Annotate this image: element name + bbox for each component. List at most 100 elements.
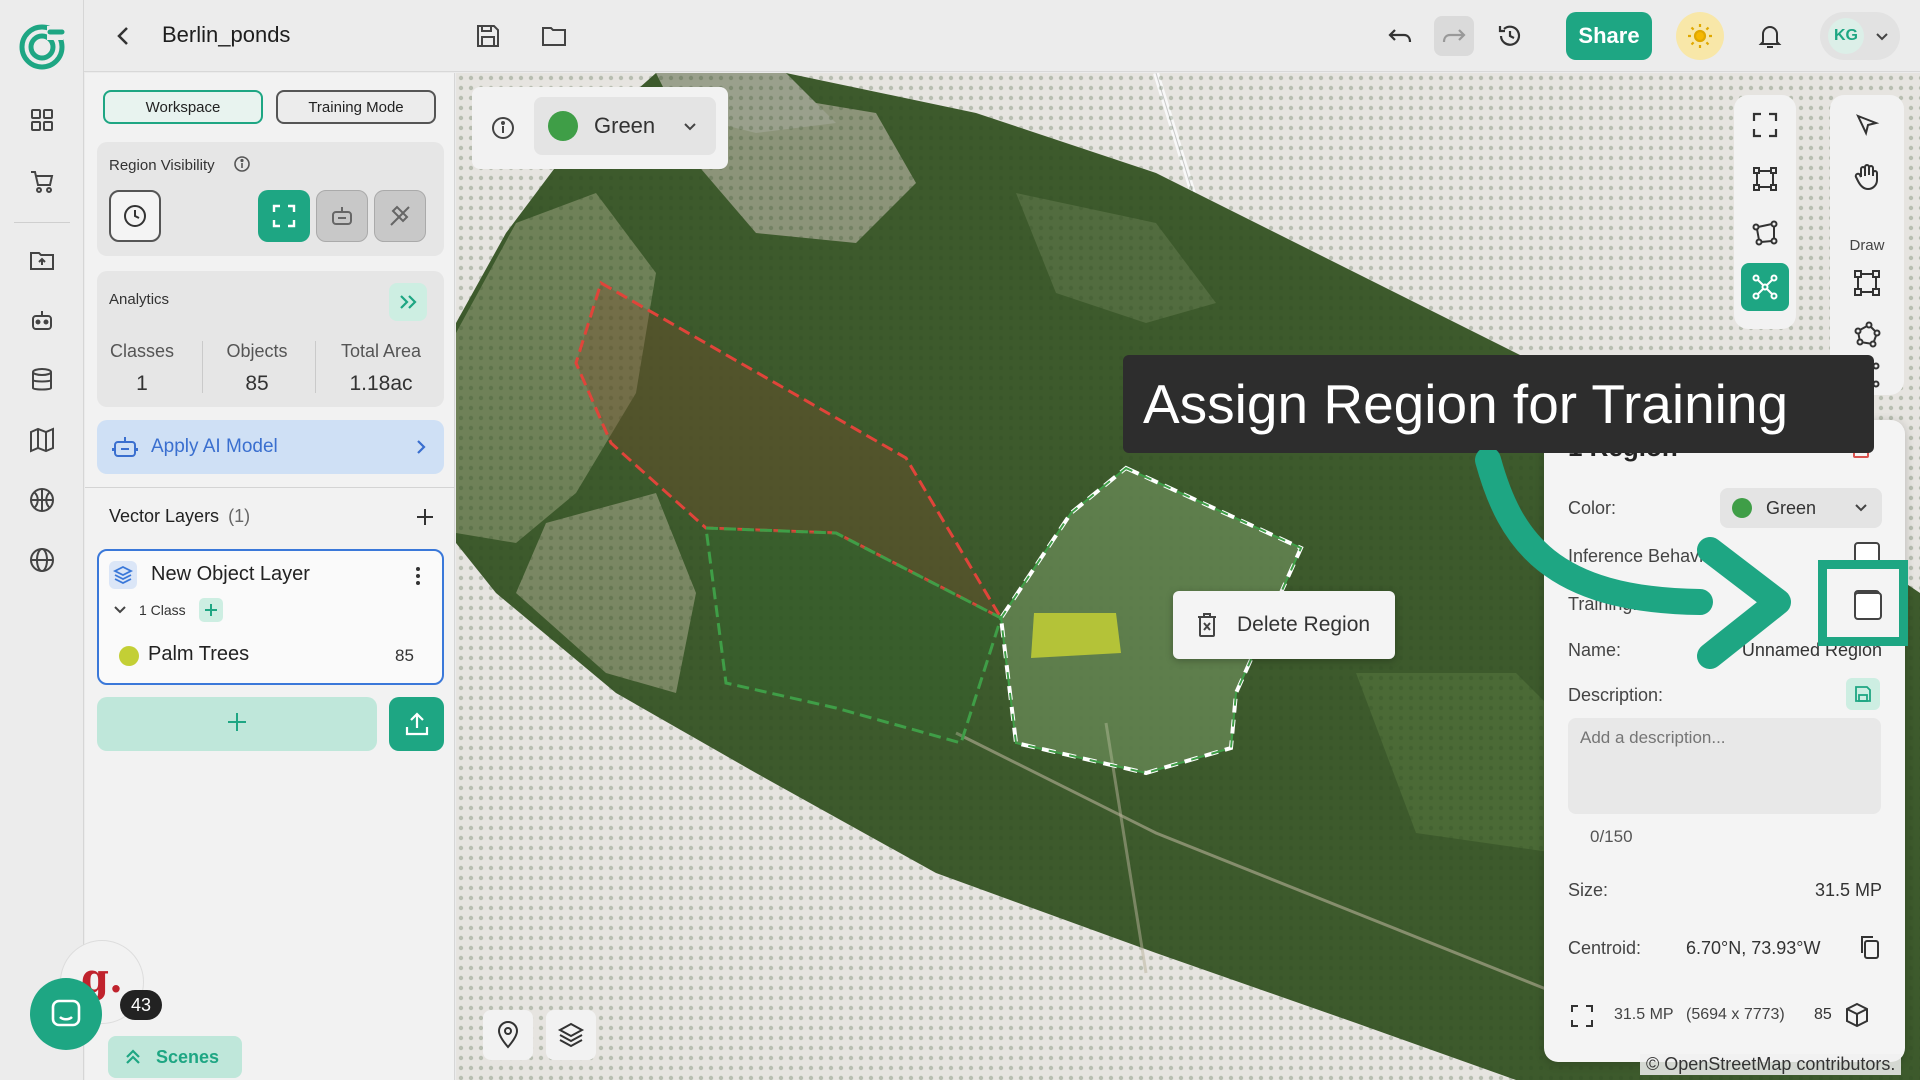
object-layer-card[interactable]: New Object Layer 1 Class Palm Trees 85 (97, 549, 444, 685)
description-input[interactable] (1568, 718, 1881, 814)
analytics-title: Analytics (109, 291, 170, 308)
layers-icon (109, 561, 137, 589)
fullscreen-icon[interactable] (1741, 101, 1789, 149)
size-label: Size: (1568, 880, 1609, 900)
total-area-stat: Total Area 1.18ac (325, 341, 437, 396)
size-value: 31.5 MP (1814, 880, 1882, 900)
user-menu[interactable]: KG (1820, 12, 1900, 60)
globe-icon[interactable] (24, 542, 60, 578)
add-vector-layer-button[interactable] (411, 503, 439, 531)
draw-rectangle-icon[interactable] (1843, 259, 1891, 307)
classes-value: 1 (136, 372, 148, 395)
app-logo-icon[interactable] (17, 22, 67, 72)
classes-stat: Classes 1 (107, 341, 177, 396)
hand-pan-icon[interactable] (1843, 153, 1891, 201)
more-vertical-icon[interactable] (415, 565, 421, 587)
class-count-label: 1 Class (139, 602, 186, 618)
save-icon[interactable] (468, 16, 508, 56)
robot-icon (112, 437, 138, 457)
draw-tools: Draw (1830, 95, 1904, 395)
chevron-down-icon[interactable] (113, 603, 127, 617)
cart-icon[interactable] (24, 163, 60, 199)
panel-divider (85, 487, 455, 488)
scenes-button[interactable]: Scenes (108, 1036, 242, 1078)
double-chevron-up-icon (126, 1049, 140, 1064)
info-icon[interactable] (486, 111, 520, 145)
chevron-right-icon (417, 440, 426, 454)
hidden-visibility-button[interactable] (374, 190, 426, 242)
delete-region-button[interactable]: Delete Region (1173, 591, 1395, 659)
chevron-down-icon (1855, 504, 1867, 512)
layers-icon[interactable] (546, 1010, 596, 1060)
add-class-button[interactable] (199, 598, 223, 622)
footer-dimensions: (5694 x 7773) (1686, 1006, 1785, 1023)
scenes-label: Scenes (156, 1046, 220, 1067)
redo-icon[interactable] (1434, 16, 1474, 56)
chevron-down-icon (684, 123, 696, 131)
class-name[interactable]: Palm Trees (148, 643, 249, 666)
chevron-left-icon[interactable] (104, 16, 144, 56)
select-polygon-icon[interactable] (1741, 209, 1789, 257)
app-rail (0, 0, 84, 1080)
project-title: Berlin_ponds (162, 22, 291, 47)
training-checkbox-highlighted[interactable] (1854, 592, 1882, 620)
color-select-value: Green (594, 113, 656, 138)
robot-icon[interactable] (24, 302, 60, 338)
robot-visibility-button[interactable] (316, 190, 368, 242)
select-region-icon[interactable] (1741, 263, 1789, 311)
objects-value: 85 (245, 372, 269, 395)
layer-name: New Object Layer (151, 563, 310, 585)
color-swatch (548, 111, 578, 141)
pointer-icon[interactable] (1843, 101, 1891, 149)
add-layer-button[interactable] (97, 697, 377, 751)
location-pin-icon[interactable] (483, 1010, 533, 1060)
expand-analytics-button[interactable] (389, 283, 427, 321)
tutorial-tooltip: Assign Region for Training (1123, 355, 1874, 453)
footer-megapixels: 31.5 MP (1614, 1006, 1674, 1023)
info-icon[interactable] (233, 155, 251, 173)
folder-icon[interactable] (24, 242, 60, 278)
selection-tools (1734, 95, 1796, 329)
color-toolbar: Green (472, 87, 728, 169)
centroid-value: 6.70°N, 73.93°W (1686, 938, 1821, 958)
copy-icon[interactable] (1858, 934, 1880, 960)
vector-layers-count: (1) (228, 506, 251, 526)
plus-icon (205, 604, 217, 616)
folder-icon[interactable] (534, 16, 574, 56)
total-area-label: Total Area (340, 341, 422, 361)
tutorial-arrow-icon (1475, 450, 1791, 669)
save-description-button[interactable] (1846, 678, 1880, 710)
class-object-count: 85 (395, 646, 414, 665)
history-icon[interactable] (1490, 16, 1530, 56)
analytics-card: Analytics Classes 1 Objects 85 Total Are… (97, 271, 444, 407)
select-vertices-icon[interactable] (1741, 155, 1789, 203)
plus-icon (417, 509, 433, 525)
region-visibility-toggle[interactable] (258, 190, 310, 242)
basketball-icon[interactable] (24, 482, 60, 518)
objects-label: Objects (226, 341, 288, 361)
delete-region-label: Delete Region (1237, 613, 1371, 636)
undo-icon[interactable] (1380, 16, 1420, 56)
chevron-down-icon (1876, 33, 1888, 41)
upload-button[interactable] (389, 697, 444, 751)
dashboard-icon[interactable] (24, 102, 60, 138)
draw-polygon-icon[interactable] (1843, 311, 1891, 359)
description-char-count: 0/150 (1590, 827, 1633, 846)
chat-button[interactable] (30, 978, 102, 1050)
trash-icon (1198, 613, 1216, 637)
database-icon[interactable] (24, 362, 60, 398)
workspace-button[interactable]: Workspace (103, 90, 263, 124)
theme-toggle-sun-icon[interactable] (1676, 12, 1724, 60)
clock-visibility-button[interactable] (109, 190, 161, 242)
bell-icon[interactable] (1750, 16, 1790, 56)
color-select[interactable]: Green (534, 97, 716, 155)
centroid-label: Centroid: (1568, 938, 1642, 958)
map-icon[interactable] (24, 422, 60, 458)
vector-layers-heading: Vector Layers (1) (109, 506, 250, 527)
apply-ai-model-button[interactable]: Apply AI Model (97, 420, 444, 474)
training-mode-button[interactable]: Training Mode (276, 90, 436, 124)
vector-layers-label: Vector Layers (109, 506, 220, 526)
apply-ai-model-label: Apply AI Model (151, 436, 278, 457)
map-attribution: © OpenStreetMap contributors. (1640, 1054, 1902, 1075)
share-button[interactable]: Share (1566, 12, 1652, 60)
